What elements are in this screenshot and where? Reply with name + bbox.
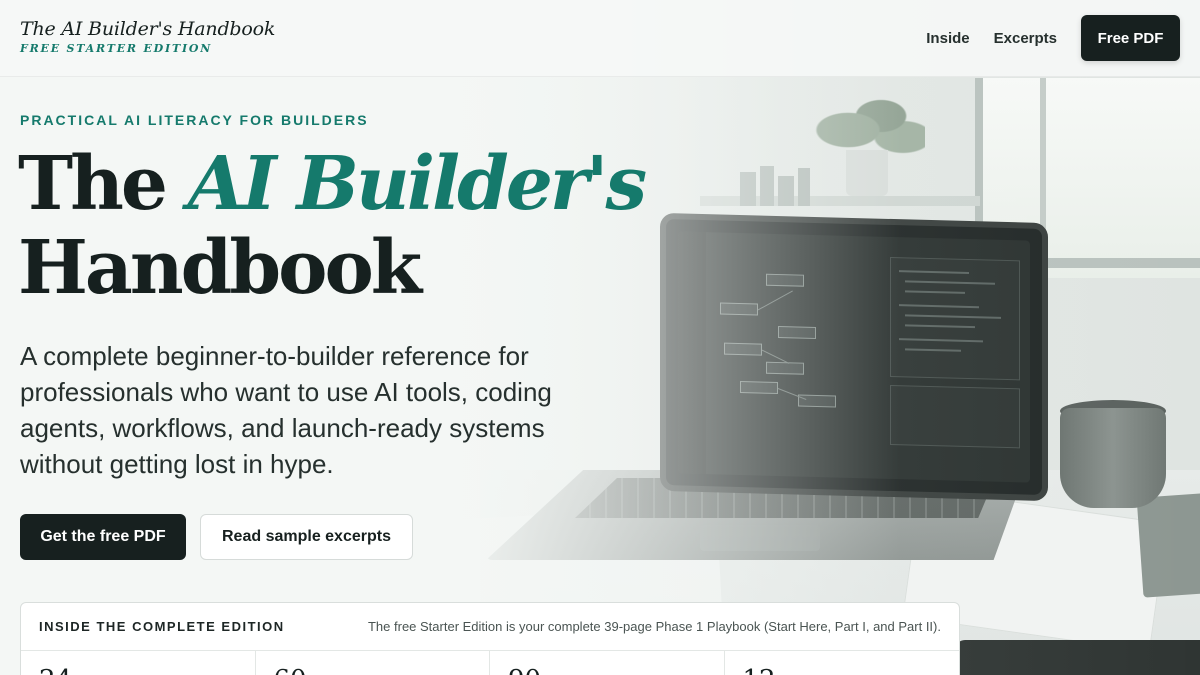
brand-title: The AI Builder's Handbook	[20, 18, 276, 40]
edition-stat: 90	[490, 651, 725, 675]
brand-logo[interactable]: The AI Builder's Handbook FREE STARTER E…	[20, 18, 275, 55]
hero-title-plain: The	[18, 141, 188, 227]
nav-link-inside[interactable]: Inside	[926, 30, 969, 47]
edition-note: The free Starter Edition is your complet…	[367, 619, 941, 634]
edition-label: INSIDE THE COMPLETE EDITION	[39, 619, 285, 634]
edition-card-header: INSIDE THE COMPLETE EDITION The free Sta…	[21, 603, 959, 651]
hero-title: The AI Builder's Handbook	[18, 141, 647, 311]
hero-cta-row: Get the free PDF Read sample excerpts	[20, 514, 413, 560]
primary-nav: Inside Excerpts Free PDF	[926, 15, 1180, 61]
hero-description: A complete beginner-to-builder reference…	[20, 341, 552, 479]
hero-title-accent: AI Builder's	[187, 141, 647, 227]
hero-eyebrow: PRACTICAL AI LITERACY FOR BUILDERS	[20, 112, 369, 128]
edition-stat: 24	[21, 651, 256, 675]
edition-stats-row: 24 60 90 12	[21, 651, 959, 675]
edition-stat: 60	[256, 651, 490, 675]
top-navigation-bar: The AI Builder's Handbook FREE STARTER E…	[0, 0, 1200, 77]
complete-edition-card: INSIDE THE COMPLETE EDITION The free Sta…	[20, 602, 960, 675]
nav-link-excerpts[interactable]: Excerpts	[994, 30, 1057, 47]
nav-free-pdf-button[interactable]: Free PDF	[1081, 15, 1180, 61]
get-free-pdf-button[interactable]: Get the free PDF	[20, 514, 186, 560]
edition-stat: 12	[725, 651, 960, 675]
hero-title-line2: Handbook	[18, 225, 422, 311]
brand-subtitle: FREE STARTER EDITION	[20, 42, 213, 55]
read-sample-excerpts-button[interactable]: Read sample excerpts	[200, 514, 413, 560]
